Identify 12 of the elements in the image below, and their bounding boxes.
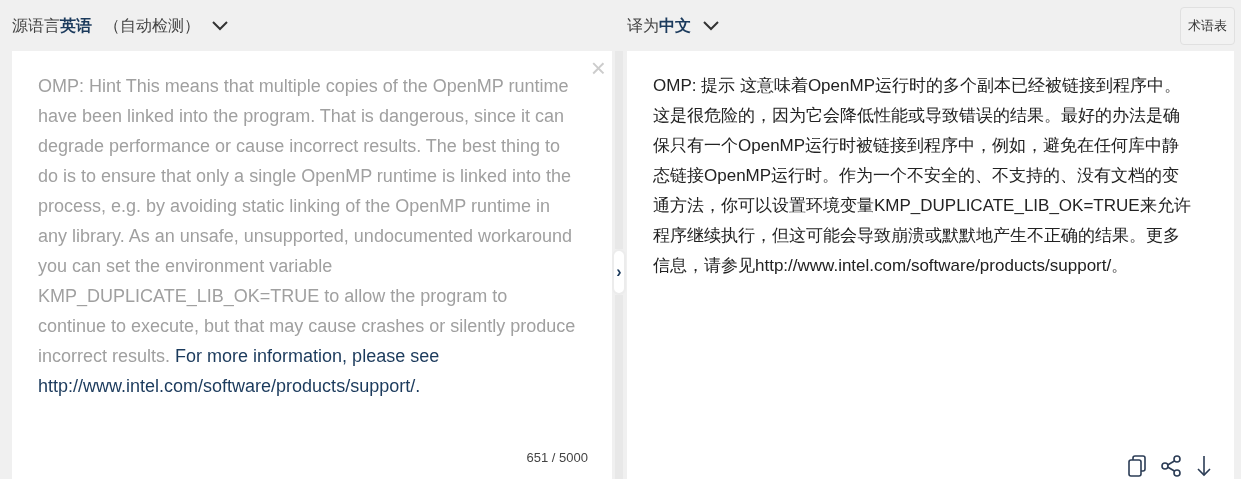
character-counter: 651 / 5000 bbox=[526, 448, 588, 467]
chevron-down-icon bbox=[703, 20, 719, 31]
source-text-input[interactable]: OMP: Hint This means that multiple copies of the OpenMP runtime have been linked into the program. That is dangerous, since it can degrade performance or cause incorrect results. The best thing to do is to ensure that only a single OpenMP runtime is linked into the process, e.g. by avoiding static linking of the OpenMP runtime in any library. As an unsafe, unsupported, undocumented workaround you can set the environment variable KMP_DUPLICATE_LIB_OK=TRUE to allow the program to continue to execute, but that may cause crashes or silently produce incorrect results. For more information, please see http://www.intel.com/software/products/support/. bbox=[38, 71, 580, 401]
glossary-button[interactable]: 术语表 bbox=[1180, 6, 1235, 45]
download-icon[interactable] bbox=[1196, 455, 1212, 477]
target-language-selector[interactable]: 译为中文 bbox=[627, 13, 719, 38]
share-icon[interactable] bbox=[1160, 455, 1182, 477]
copy-icon[interactable] bbox=[1128, 455, 1146, 477]
translation-text: OMP: 提示 这意味着OpenMP运行时的多个副本已经被链接到程序中。这是很危险的，因为它会降低性能或导致错误的结果。最好的办法是确保只有一个OpenMP运行时被链接到程序中，例如，避免在任何库中静态链接OpenMP运行时。作为一个不安全的、不支持的、没有文档的变通方法，你可以设置环境变量KMP_DUPLICATE_LIB_OK=TRUE来允许程序继续执行，但这可能会导致崩溃或默默地产生不正确的结果。更多信息，请参见http://www.intel.com/software/products/support/。 bbox=[652, 75, 1192, 277]
source-language-selector[interactable]: 源语言英语 （自动检测） bbox=[12, 13, 228, 38]
chevron-down-icon bbox=[212, 20, 228, 31]
swap-toggle-button[interactable]: › bbox=[612, 249, 626, 295]
